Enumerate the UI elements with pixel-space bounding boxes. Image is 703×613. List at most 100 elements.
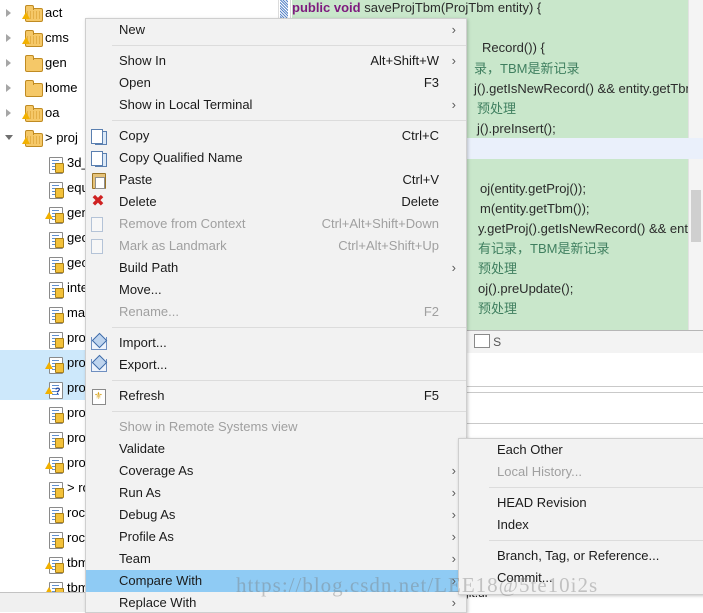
copy-icon bbox=[90, 128, 107, 145]
menu-item-import[interactable]: Import... bbox=[86, 332, 466, 354]
code-line: 预处理 bbox=[478, 261, 518, 276]
submenu-item-branch-tag-or-reference[interactable]: Branch, Tag, or Reference... bbox=[459, 545, 703, 567]
view-tab-s[interactable]: S bbox=[472, 331, 507, 353]
chevron-down-icon[interactable] bbox=[5, 134, 13, 141]
tree-row-label: gen bbox=[45, 55, 67, 70]
chevron-right-icon[interactable] bbox=[6, 34, 13, 42]
tree-row-label: act bbox=[45, 5, 63, 20]
menu-item-build-path[interactable]: Build Path › bbox=[86, 257, 466, 279]
submenu-item-index[interactable]: Index bbox=[459, 514, 703, 536]
menu-item-label: Copy Qualified Name bbox=[119, 150, 243, 165]
menu-item-paste[interactable]: Paste Ctrl+V bbox=[86, 169, 466, 191]
menu-item-label: Coverage As bbox=[119, 463, 194, 478]
menu-separator bbox=[112, 411, 466, 412]
submenu-item-each-other[interactable]: Each Other bbox=[459, 439, 703, 461]
menu-item-accelerator: Ctrl+C bbox=[401, 128, 439, 143]
menu-item-run-as[interactable]: Run As › bbox=[86, 482, 466, 504]
folder-icon bbox=[22, 4, 43, 22]
submenu-item-label: Local History... bbox=[497, 464, 583, 479]
java-file-icon bbox=[45, 354, 64, 374]
editor-vertical-scrollbar[interactable] bbox=[688, 0, 703, 330]
java-file-icon bbox=[45, 554, 64, 574]
menu-item-export[interactable]: Export... bbox=[86, 354, 466, 376]
menu-item-validate[interactable]: Validate bbox=[86, 438, 466, 460]
chevron-right-icon[interactable] bbox=[6, 59, 13, 67]
menu-item-rename[interactable]: Rename... F2 bbox=[86, 301, 466, 323]
menu-item-show-in-local-terminal[interactable]: Show in Local Terminal › bbox=[86, 94, 466, 116]
menu-item-profile-as[interactable]: Profile As › bbox=[86, 526, 466, 548]
compare-with-submenu[interactable]: Each Other Local History... HEAD Revision I… bbox=[458, 438, 703, 595]
menu-item-label: Show in Local Terminal bbox=[119, 97, 253, 112]
chevron-right-icon: › bbox=[451, 551, 456, 566]
java-file-icon bbox=[46, 279, 64, 299]
submenu-items[interactable]: Each Other Local History... HEAD Revision I… bbox=[459, 439, 703, 589]
menu-item-label: Mark as Landmark bbox=[119, 238, 227, 253]
java-file-icon bbox=[46, 404, 64, 424]
code-line: j().getIsNewRecord() && entity.getTbm() bbox=[474, 81, 703, 96]
menu-item-delete[interactable]: ✖ Delete Delete bbox=[86, 191, 466, 213]
folder-icon bbox=[22, 29, 43, 47]
menu-item-team[interactable]: Team › bbox=[86, 548, 466, 570]
menu-item-label: Team bbox=[119, 551, 151, 566]
copy-qualified-icon bbox=[90, 150, 107, 167]
submenu-item-head-revision[interactable]: HEAD Revision bbox=[459, 492, 703, 514]
menu-item-accelerator: F5 bbox=[423, 388, 439, 403]
refresh-icon: ⚜ bbox=[90, 388, 107, 405]
chevron-right-icon[interactable] bbox=[6, 9, 13, 17]
menu-separator bbox=[112, 327, 466, 328]
menu-item-accelerator: Delete bbox=[401, 194, 439, 209]
menu-item-coverage-as[interactable]: Coverage As › bbox=[86, 460, 466, 482]
submenu-item-label: HEAD Revision bbox=[497, 495, 587, 510]
menu-item-debug-as[interactable]: Debug As › bbox=[86, 504, 466, 526]
snippets-icon bbox=[474, 334, 491, 348]
menu-item-move[interactable]: Move... bbox=[86, 279, 466, 301]
menu-item-open[interactable]: Open F3 bbox=[86, 72, 466, 94]
folder-icon bbox=[22, 129, 43, 147]
menu-item-copy-qualified-name[interactable]: Copy Qualified Name bbox=[86, 147, 466, 169]
submenu-item-label: Branch, Tag, or Reference... bbox=[497, 548, 660, 563]
view-tab-label: S bbox=[493, 335, 502, 349]
menu-item-label: Rename... bbox=[119, 304, 179, 319]
menu-item-copy[interactable]: Copy Ctrl+C bbox=[86, 125, 466, 147]
tree-row-label: home bbox=[45, 80, 78, 95]
menu-item-label: Show In bbox=[119, 53, 166, 68]
code-line: 预处理 bbox=[477, 101, 517, 116]
java-file-icon bbox=[46, 304, 64, 324]
folder-icon bbox=[22, 104, 43, 122]
delete-icon: ✖ bbox=[91, 193, 105, 210]
menu-item-compare-with[interactable]: Compare With › bbox=[86, 570, 466, 592]
submenu-item-local-history[interactable]: Local History... bbox=[459, 461, 703, 483]
export-icon bbox=[90, 354, 108, 373]
code-line: 预处理 bbox=[478, 301, 518, 316]
menu-item-show-in[interactable]: Show In Alt+Shift+W › bbox=[86, 50, 466, 72]
submenu-item-label: Each Other bbox=[497, 442, 563, 457]
menu-item-label: Profile As bbox=[119, 529, 174, 544]
menu-item-remove-from-context[interactable]: Remove from Context Ctrl+Alt+Shift+Down bbox=[86, 213, 466, 235]
code-line: j().preInsert(); bbox=[477, 121, 556, 136]
java-file-icon: ? bbox=[45, 379, 64, 399]
code-line: y.getProj().getIsNewRecord() && entity.g… bbox=[478, 221, 703, 236]
chevron-right-icon[interactable] bbox=[6, 84, 13, 92]
code-line: Record()) { bbox=[482, 40, 545, 55]
menu-item-mark-as-landmark[interactable]: Mark as Landmark Ctrl+Alt+Shift+Up bbox=[86, 235, 466, 257]
remove-context-icon bbox=[90, 216, 107, 232]
menu-separator bbox=[112, 380, 466, 381]
menu-item-label: Compare With bbox=[119, 573, 203, 588]
context-menu-items[interactable]: New › Show In Alt+Shift+W › Open F3 Show in Loc… bbox=[86, 19, 466, 612]
java-file-icon bbox=[46, 254, 64, 274]
submenu-item-commit[interactable]: Commit... bbox=[459, 567, 703, 589]
java-file-icon bbox=[46, 329, 64, 349]
menu-item-new[interactable]: New › bbox=[86, 19, 466, 41]
menu-item-show-in-remote-systems-view[interactable]: Show in Remote Systems view bbox=[86, 416, 466, 438]
chevron-right-icon: › bbox=[451, 595, 456, 610]
chevron-right-icon[interactable] bbox=[6, 109, 13, 117]
java-file-icon bbox=[45, 204, 64, 224]
menu-item-accelerator: F3 bbox=[423, 75, 439, 90]
menu-separator bbox=[112, 120, 466, 121]
menu-item-refresh[interactable]: ⚜ Refresh F5 bbox=[86, 385, 466, 407]
menu-item-label: Run As bbox=[119, 485, 161, 500]
editor-scroll-thumb[interactable] bbox=[691, 190, 701, 242]
resource-context-menu[interactable]: New › Show In Alt+Shift+W › Open F3 Show in Loc… bbox=[85, 18, 467, 613]
menu-item-replace-with[interactable]: Replace With › bbox=[86, 592, 466, 612]
landmark-icon bbox=[90, 238, 107, 254]
